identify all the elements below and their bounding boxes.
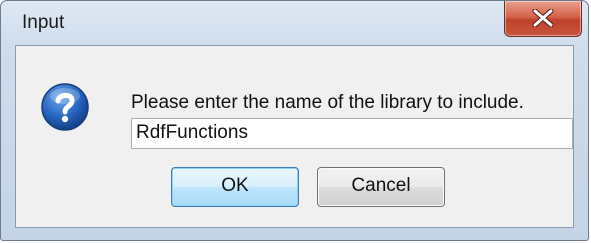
prompt-text: Please enter the name of the library to … [131, 92, 524, 113]
close-button[interactable] [504, 1, 582, 37]
input-dialog: Input Please enter the name of the libra… [0, 0, 589, 241]
title-bar[interactable]: Input [1, 1, 588, 45]
dialog-body: Please enter the name of the library to … [15, 45, 574, 228]
cancel-button[interactable]: Cancel [317, 167, 445, 207]
ok-button[interactable]: OK [171, 167, 299, 207]
close-icon [532, 9, 554, 27]
library-name-input[interactable]: RdfFunctions [131, 118, 573, 149]
dialog-title: Input [22, 12, 65, 33]
question-icon [41, 83, 89, 131]
